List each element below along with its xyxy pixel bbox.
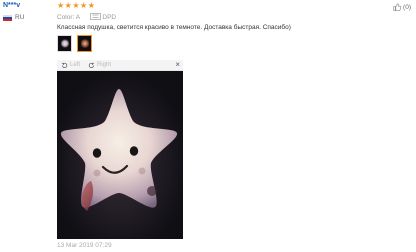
russia-flag-icon: [3, 14, 12, 21]
star-icon: ★: [80, 1, 88, 10]
rotate-right-button[interactable]: Right: [88, 62, 111, 69]
star-icon: ★: [57, 1, 65, 10]
review-text: Классная подушка, светится красиво в тем…: [57, 24, 291, 31]
photo-thumbnail[interactable]: [77, 35, 92, 52]
review-card: N***v RU ★ ★ ★ ★ ★ Color: A DPD Классная…: [0, 0, 416, 252]
helpful-count: (0): [403, 3, 411, 11]
review-date: 13 Mar 2019 07:29: [57, 242, 112, 249]
image-viewer-toolbar: Left Right ×: [57, 60, 183, 71]
reviewer-country: RU: [3, 14, 24, 21]
rotate-left-label: Left: [70, 62, 81, 68]
helpful-button[interactable]: (0): [393, 3, 411, 11]
close-icon[interactable]: ×: [175, 60, 180, 70]
reviewer-name: N***v: [3, 2, 21, 9]
review-photo: [57, 71, 183, 239]
color-value: A: [75, 14, 80, 21]
star-rating: ★ ★ ★ ★ ★: [57, 2, 95, 10]
thumbs-up-icon: [393, 3, 402, 11]
rotate-right-label: Right: [97, 62, 112, 68]
star-icon: ★: [87, 1, 95, 10]
order-meta: Color: A DPD: [57, 13, 116, 21]
shipping-value: DPD: [102, 14, 117, 21]
rotate-left-button[interactable]: Left: [61, 62, 80, 69]
glowing-star-pillow-image: [57, 71, 183, 239]
photo-thumbnails: [57, 35, 97, 52]
country-code: RU: [15, 14, 25, 21]
shipping-logo: [89, 13, 103, 21]
color-label: Color:: [57, 14, 75, 21]
star-icon: ★: [72, 1, 80, 10]
photo-thumbnail[interactable]: [57, 35, 72, 52]
star-icon: ★: [64, 1, 72, 10]
rotate-right-icon: [88, 62, 95, 68]
rotate-left-icon: [61, 62, 68, 68]
